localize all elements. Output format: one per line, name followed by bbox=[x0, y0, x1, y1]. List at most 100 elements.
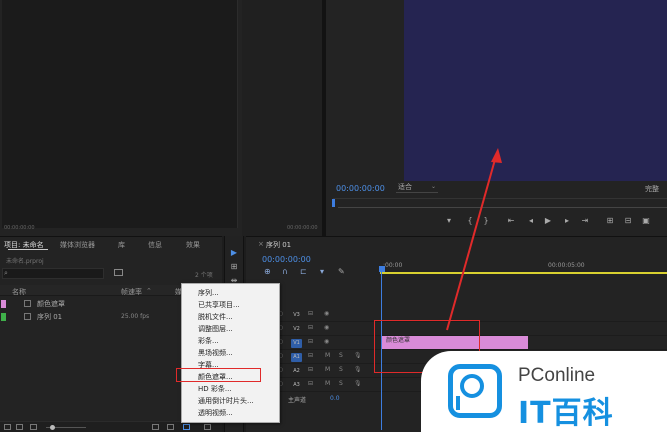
highlight-box-menu bbox=[176, 368, 261, 382]
tab-libraries[interactable]: 库 bbox=[118, 240, 125, 250]
wrench-icon[interactable]: ✎ bbox=[338, 267, 345, 276]
step-back-icon[interactable]: ◂ bbox=[525, 216, 537, 226]
add-marker-icon[interactable]: ▾ bbox=[320, 267, 324, 276]
menu-item-sequence[interactable]: 序列... bbox=[198, 288, 219, 298]
new-folder-icon[interactable] bbox=[167, 424, 174, 430]
eye-icon[interactable]: ◉ bbox=[324, 338, 329, 345]
eye-icon[interactable]: ◉ bbox=[324, 324, 329, 331]
solo-icon[interactable]: S bbox=[339, 380, 343, 387]
tab-media-browser[interactable]: 媒体浏览器 bbox=[60, 240, 95, 250]
new-item-icon[interactable] bbox=[183, 424, 190, 430]
ruler-label-start: :00:00 bbox=[383, 262, 403, 269]
program-playhead[interactable] bbox=[332, 199, 335, 207]
track-label-v2[interactable]: V2 bbox=[291, 325, 302, 334]
lock-icon[interactable] bbox=[4, 424, 11, 430]
selection-tool-icon[interactable]: ▶ bbox=[229, 248, 239, 258]
watermark-title: IT百科 bbox=[518, 396, 614, 431]
toggle-sync-lock-icon[interactable]: ⊟ bbox=[308, 380, 313, 387]
nest-icon[interactable]: ⊕ bbox=[264, 267, 271, 276]
label-color-swatch bbox=[1, 313, 6, 321]
track-label-a2[interactable]: A2 bbox=[291, 367, 302, 376]
search-input[interactable]: ⌕ bbox=[2, 268, 104, 279]
toggle-sync-lock-icon[interactable]: ⊟ bbox=[308, 338, 313, 345]
tab-sequence[interactable]: 序列 01 bbox=[266, 240, 291, 250]
play-icon[interactable]: ▶ bbox=[542, 216, 554, 226]
track-select-icon[interactable]: ⊞ bbox=[229, 262, 239, 272]
toggle-sync-lock-icon[interactable]: ⊟ bbox=[308, 324, 313, 331]
mute-icon[interactable]: M bbox=[325, 352, 330, 359]
track-label-a1[interactable]: A1 bbox=[291, 353, 302, 362]
microphone-icon[interactable]: 🎙 bbox=[354, 366, 362, 373]
timeline-playhead-handle[interactable] bbox=[379, 266, 385, 272]
master-volume[interactable]: 0.0 bbox=[330, 395, 340, 402]
watermark-logo-bar bbox=[456, 396, 460, 410]
menu-item-offline-file[interactable]: 脱机文件... bbox=[198, 312, 233, 322]
linked-selection-icon[interactable]: ⊏ bbox=[300, 267, 307, 276]
microphone-icon[interactable]: 🎙 bbox=[354, 352, 362, 359]
active-tab-indicator bbox=[8, 249, 48, 250]
resolution-dropdown[interactable]: 完整 bbox=[645, 184, 659, 194]
watermark-logo-circle bbox=[460, 374, 484, 398]
extract-icon[interactable]: ⊟ bbox=[622, 216, 634, 226]
watermark-brand: PConline bbox=[518, 365, 596, 386]
sequence-icon bbox=[24, 313, 31, 320]
fit-value: 适合 bbox=[398, 183, 412, 191]
program-timecode[interactable]: 00:00:00:00 bbox=[336, 184, 385, 193]
microphone-icon[interactable]: 🎙 bbox=[354, 380, 362, 387]
new-bin-icon[interactable] bbox=[114, 269, 123, 276]
arrow-head bbox=[491, 148, 502, 163]
icon-view-icon[interactable] bbox=[30, 424, 37, 430]
step-forward-icon[interactable]: ▸ bbox=[561, 216, 573, 226]
solo-icon[interactable]: S bbox=[339, 366, 343, 373]
menu-item-hd-bars[interactable]: HD 彩条... bbox=[198, 384, 232, 394]
master-track-label: 主声道 bbox=[288, 397, 307, 404]
source-timecode: 00:00:00:00 bbox=[4, 225, 35, 231]
clip-icon bbox=[24, 300, 31, 307]
menu-item-countdown[interactable]: 通用倒计时片头... bbox=[198, 396, 254, 406]
mute-icon[interactable]: M bbox=[325, 366, 330, 373]
source-monitor-side bbox=[242, 0, 322, 236]
toggle-sync-lock-icon[interactable]: ⊟ bbox=[308, 310, 313, 317]
work-area-bar[interactable] bbox=[380, 272, 667, 274]
item-label: 序列 01 bbox=[37, 313, 63, 321]
menu-item-shared-project[interactable]: 已共享项目... bbox=[198, 300, 240, 310]
item-label: 颜色遮罩 bbox=[37, 300, 65, 308]
toggle-sync-lock-icon[interactable]: ⊟ bbox=[308, 352, 313, 359]
project-filename: 未命名.prproj bbox=[6, 258, 44, 265]
track-label-v3[interactable]: V3 bbox=[291, 311, 302, 320]
item-count: 2 个项 bbox=[195, 272, 213, 279]
track-label-v1[interactable]: V1 bbox=[291, 339, 302, 348]
trash-icon[interactable] bbox=[204, 424, 211, 430]
tab-effects[interactable]: 效果 bbox=[186, 240, 200, 250]
solo-icon[interactable]: S bbox=[339, 352, 343, 359]
timeline-timecode[interactable]: 00:00:00:00 bbox=[262, 255, 311, 264]
column-frame-rate[interactable]: 帧速率 bbox=[121, 287, 142, 297]
ruler-label-5s: 00:00:05:00 bbox=[548, 262, 585, 269]
lift-icon[interactable]: ⊞ bbox=[604, 216, 616, 226]
sort-caret-icon[interactable]: ⌃ bbox=[146, 287, 152, 295]
eye-icon[interactable]: ◉ bbox=[324, 310, 329, 317]
search-icon: ⌕ bbox=[4, 269, 8, 277]
source-duration: 00:00:00:00 bbox=[287, 225, 318, 231]
tab-info[interactable]: 信息 bbox=[148, 240, 162, 250]
arrow-shaft bbox=[446, 155, 497, 331]
menu-item-transparent-video[interactable]: 透明视频... bbox=[198, 408, 233, 418]
go-to-out-icon[interactable]: ⇥ bbox=[579, 216, 591, 226]
column-name[interactable]: 名称 bbox=[12, 287, 26, 297]
zoom-slider-handle[interactable] bbox=[50, 425, 55, 430]
label-color-swatch bbox=[1, 300, 6, 308]
menu-item-adjustment-layer[interactable]: 调整图层... bbox=[198, 324, 233, 334]
source-monitor-viewport bbox=[2, 0, 238, 228]
track-label-a3[interactable]: A3 bbox=[291, 381, 302, 390]
menu-item-bars-tone[interactable]: 彩条... bbox=[198, 336, 219, 346]
item-fps: 25.00 fps bbox=[121, 313, 150, 320]
snap-icon[interactable]: ∩ bbox=[282, 267, 288, 276]
annotation-arrow bbox=[446, 148, 502, 331]
export-frame-icon[interactable]: ▣ bbox=[640, 216, 652, 226]
search-bin-icon[interactable] bbox=[152, 424, 159, 430]
close-icon[interactable]: × bbox=[258, 240, 264, 248]
list-view-icon[interactable] bbox=[16, 424, 23, 430]
mute-icon[interactable]: M bbox=[325, 380, 330, 387]
menu-item-black-video[interactable]: 黑场视频... bbox=[198, 348, 233, 358]
toggle-sync-lock-icon[interactable]: ⊟ bbox=[308, 366, 313, 373]
